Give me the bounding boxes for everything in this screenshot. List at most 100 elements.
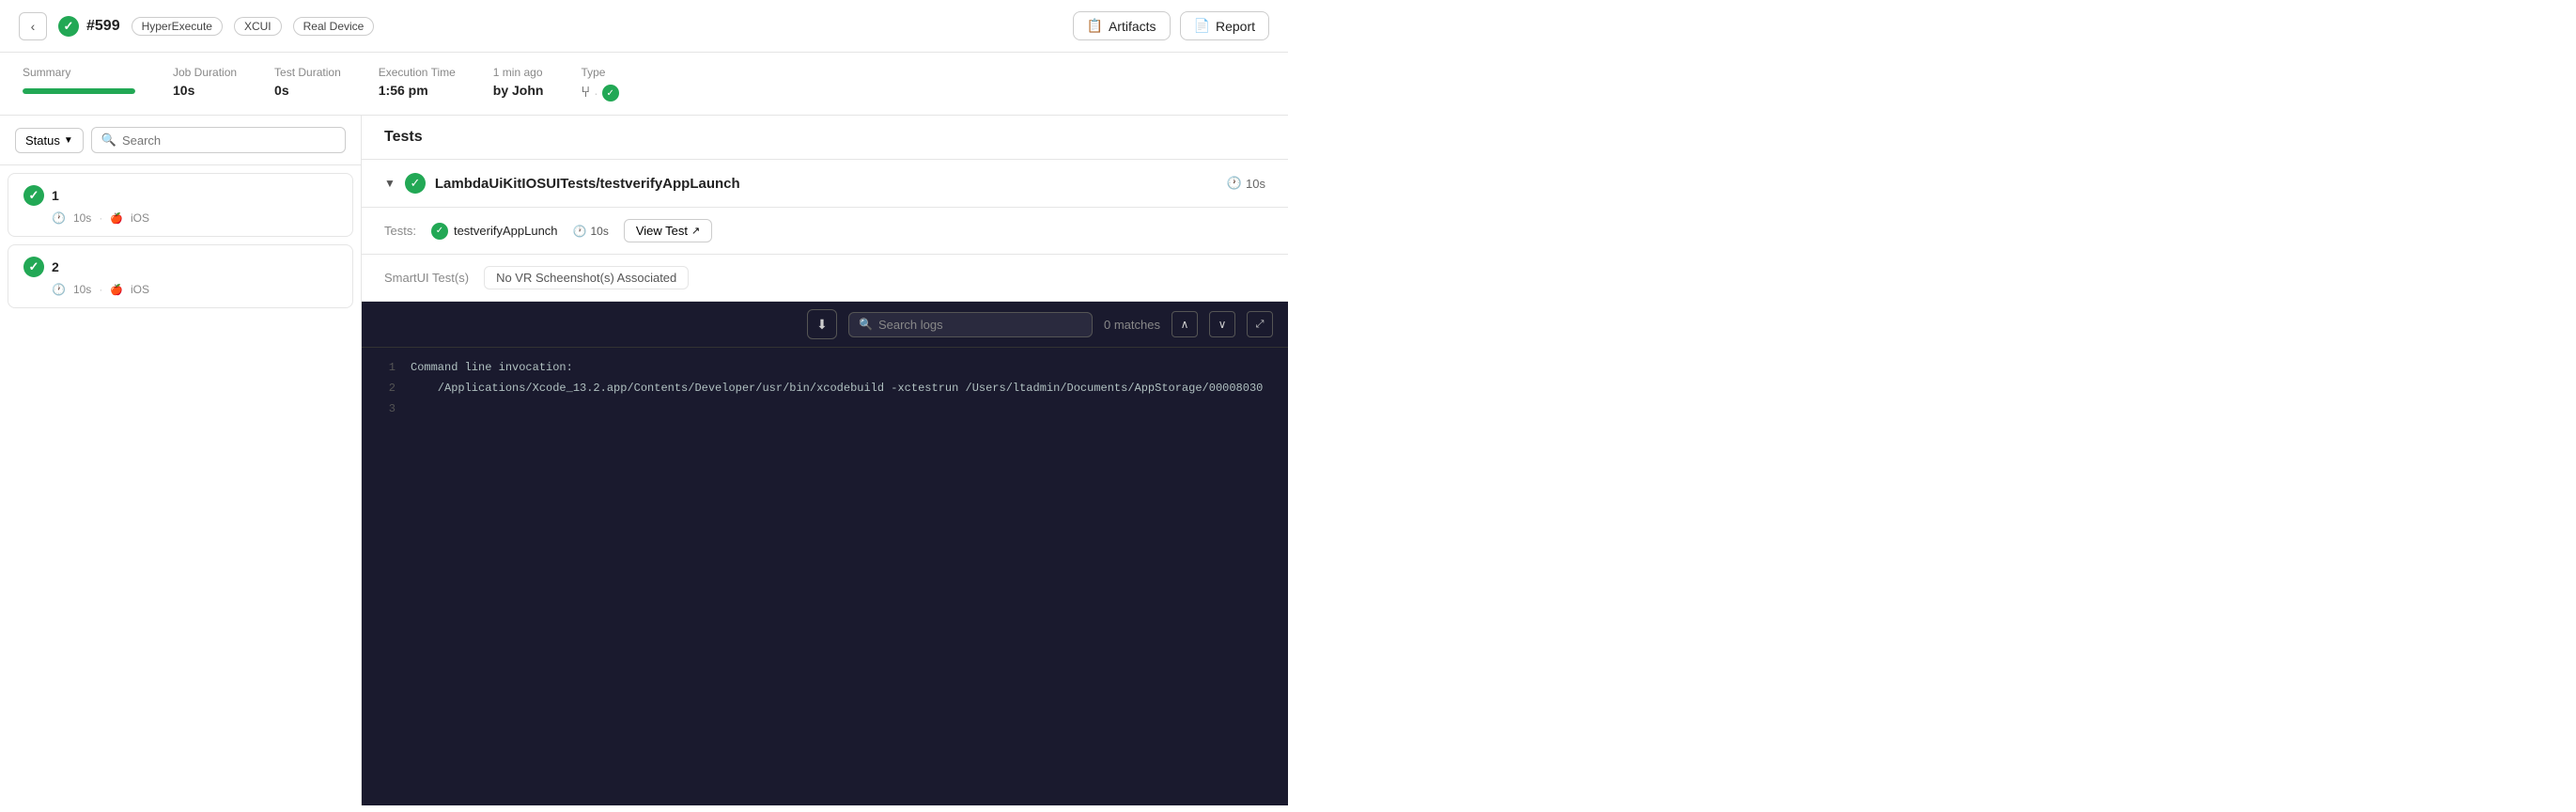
external-link-icon: ↗ [691,225,700,237]
test-pass-icon: ✓ [23,257,44,277]
log-line: 1 Command line invocation: [377,359,1273,376]
back-button[interactable]: ‹ [19,12,47,40]
by-label: by John [493,83,544,98]
smartui-badge: No VR Scheenshot(s) Associated [484,266,689,289]
test-item-meta: 🕐 10s · 🍎 iOS [23,211,337,225]
status-filter-button[interactable]: Status ▼ [15,128,84,153]
chevron-down-icon[interactable]: ▼ [384,177,396,190]
test-item-header: ✓ 2 [23,257,337,277]
log-line: 3 [377,400,1273,417]
suite-name: LambdaUiKitIOSUITests/testverifyAppLaunc… [435,176,740,192]
tests-heading: Tests [384,129,423,145]
tag-real-device[interactable]: Real Device [293,17,375,36]
test-list: ✓ 1 🕐 10s · 🍎 iOS ✓ 2 🕐 [0,165,361,805]
right-panel: Tests ▼ ✓ LambdaUiKitIOSUITests/testveri… [362,116,1288,805]
search-input[interactable] [122,133,335,148]
log-search-box[interactable]: 🔍 [848,312,1093,337]
test-item[interactable]: ✓ 1 🕐 10s · 🍎 iOS [8,173,353,237]
execution-time-meta: Execution Time 1:56 pm [379,66,456,98]
main-layout: Status ▼ 🔍 ✓ 1 🕐 10s · 🍎 iOS [0,116,1288,805]
meta-row: Summary Job Duration 10s Test Duration 0… [0,53,1288,116]
job-number: #599 [86,18,120,35]
summary-bar [23,88,135,94]
clock-icon: 🕐 [52,283,66,296]
summary-bar-fill [23,88,135,94]
top-bar-left: ‹ ✓ #599 HyperExecute XCUI Real Device [19,12,374,40]
chevron-up-icon: ∧ [1181,318,1189,331]
smartui-label: SmartUI Test(s) [384,271,469,285]
platform: iOS [131,211,149,225]
left-panel: Status ▼ 🔍 ✓ 1 🕐 10s · 🍎 iOS [0,116,362,805]
test-duration-meta: Test Duration 0s [274,66,341,98]
time-ago-label: 1 min ago [493,66,544,79]
suite-duration-value: 10s [1246,177,1265,191]
chevron-down-icon: ∨ [1218,318,1227,331]
type-check-icon: ✓ [602,85,619,102]
type-dot: · [594,86,598,101]
log-search-input[interactable] [878,318,1082,332]
report-button[interactable]: 📄 Report [1180,11,1269,40]
artifacts-icon: 📋 [1087,18,1103,34]
test-item[interactable]: ✓ 2 🕐 10s · 🍎 iOS [8,244,353,308]
log-expand-button[interactable]: ⤢ [1247,311,1273,337]
test-pass-icon: ✓ [23,185,44,206]
test-item-id: 2 [52,259,59,274]
log-download-button[interactable]: ⬇ [807,309,837,339]
test-item-header: ✓ 1 [23,185,337,206]
log-toolbar: ⬇ 🔍 0 matches ∧ ∨ ⤢ [362,302,1288,348]
test-duration-label: Test Duration [274,66,341,79]
type-label: Type [581,66,618,79]
branch-icon: ⑂ [581,85,590,102]
log-line-text: /Applications/Xcode_13.2.app/Contents/De… [411,380,1263,397]
suite-duration: 🕐 10s [1227,176,1265,191]
expand-left: ▼ ✓ LambdaUiKitIOSUITests/testverifyAppL… [384,173,740,194]
smartui-row: SmartUI Test(s) No VR Scheenshot(s) Asso… [362,255,1288,302]
job-duration-value: 10s [173,83,237,98]
log-prev-button[interactable]: ∧ [1172,311,1198,337]
test-badge: ✓ testverifyAppLunch [431,223,558,240]
tag-xcui[interactable]: XCUI [234,17,282,36]
test-detail: ▼ ✓ LambdaUiKitIOSUITests/testverifyAppL… [362,160,1288,805]
top-bar-right: 📋 Artifacts 📄 Report [1073,11,1269,40]
back-icon: ‹ [31,19,36,34]
separator: · [99,211,102,225]
test-badge-duration: 10s [591,225,609,238]
artifacts-button[interactable]: 📋 Artifacts [1073,11,1171,40]
artifacts-label: Artifacts [1109,19,1156,34]
suite-pass-icon: ✓ [405,173,426,194]
tag-hyperexecute[interactable]: HyperExecute [132,17,223,36]
log-search-icon: 🔍 [859,318,873,331]
summary-bar-container [23,88,135,94]
clock-icon-test: 🕐 [573,225,587,238]
execution-time-value: 1:56 pm [379,83,456,98]
left-search-box[interactable]: 🔍 [91,127,346,153]
log-line: 2 /Applications/Xcode_13.2.app/Contents/… [377,380,1273,397]
log-matches: 0 matches [1104,318,1160,332]
test-item-meta: 🕐 10s · 🍎 iOS [23,283,337,296]
time-ago-meta: 1 min ago by John [493,66,544,98]
log-line-number: 1 [377,359,396,376]
type-meta: Type ⑂ · ✓ [581,66,618,102]
test-duration: 10s [73,283,91,296]
test-badge-name: testverifyAppLunch [454,224,558,238]
download-icon: ⬇ [816,317,828,333]
log-content[interactable]: 1 Command line invocation: 2 /Applicatio… [362,348,1288,805]
type-icons: ⑂ · ✓ [581,85,618,102]
report-icon: 📄 [1194,18,1210,34]
job-title: ✓ #599 [58,16,120,37]
log-area: ⬇ 🔍 0 matches ∧ ∨ ⤢ [362,302,1288,805]
status-filter-chevron: ▼ [64,135,73,146]
job-duration-meta: Job Duration 10s [173,66,237,98]
platform: iOS [131,283,149,296]
view-test-button[interactable]: View Test ↗ [624,219,712,242]
job-duration-label: Job Duration [173,66,237,79]
top-bar: ‹ ✓ #599 HyperExecute XCUI Real Device 📋… [0,0,1288,53]
separator: · [99,283,102,296]
summary-meta: Summary [23,66,135,94]
log-line-text: Command line invocation: [411,359,573,376]
apple-icon: 🍎 [110,212,123,225]
execution-time-label: Execution Time [379,66,456,79]
right-panel-header: Tests [362,116,1288,160]
tests-sub-row: Tests: ✓ testverifyAppLunch 🕐 10s View T… [362,208,1288,255]
log-next-button[interactable]: ∨ [1209,311,1235,337]
